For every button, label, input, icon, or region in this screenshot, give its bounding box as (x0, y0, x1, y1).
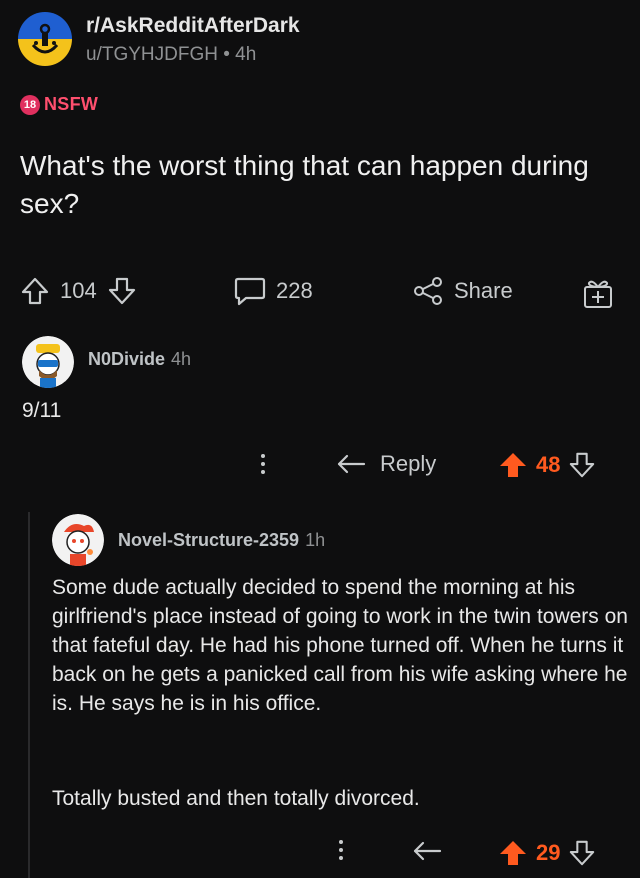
share-icon (412, 276, 444, 306)
comment-header: N0Divide 4h (88, 349, 191, 370)
commenter-avatar[interactable] (52, 514, 104, 566)
subreddit-icon[interactable] (18, 12, 72, 66)
upvote-icon[interactable] (498, 450, 528, 480)
more-icon[interactable] (260, 454, 266, 474)
comment-score: 48 (536, 452, 561, 477)
comment-vote-group: 48 (498, 450, 596, 480)
more-icon[interactable] (338, 840, 344, 860)
upvote-icon[interactable] (20, 276, 50, 306)
comment-score: 29 (536, 840, 561, 865)
comment-body-p2: Totally busted and then totally divorced… (52, 787, 420, 810)
comment-count: 228 (276, 278, 313, 303)
share-button[interactable]: Share (412, 276, 513, 306)
reply-label: Reply (380, 451, 437, 476)
downvote-icon[interactable] (107, 276, 137, 306)
comment-body: Some dude actually decided to spend the … (52, 576, 628, 715)
post-vote-count: 104 (60, 278, 97, 303)
comment-header: Novel-Structure-2359 1h (118, 530, 325, 551)
nsfw-tag: 18 NSFW (20, 94, 98, 115)
comment-author[interactable]: N0Divide (88, 349, 165, 370)
downvote-icon[interactable] (568, 839, 596, 867)
upvote-icon[interactable] (498, 838, 528, 868)
comment-body: 9/11 (22, 399, 62, 422)
thread-line[interactable] (28, 512, 30, 878)
vote-group: 104 (20, 276, 137, 306)
reply-button[interactable]: Reply (336, 451, 436, 477)
nsfw-badge: 18 (20, 94, 40, 115)
comments-button[interactable]: 228 (234, 276, 313, 306)
share-label: Share (454, 278, 513, 303)
nsfw-label: NSFW (44, 94, 99, 114)
commenter-avatar[interactable] (22, 336, 74, 388)
subreddit-name[interactable]: r/AskRedditAfterDark (86, 14, 300, 38)
award-icon[interactable] (582, 277, 614, 314)
comment-age: 4h (171, 349, 192, 369)
reply-icon (412, 840, 442, 862)
post-meta[interactable]: u/TGYHJDFGH • 4h (86, 44, 256, 66)
post-title[interactable]: What's the worst thing that can happen d… (20, 147, 620, 223)
comment-icon (234, 276, 266, 306)
comment-author[interactable]: Novel-Structure-2359 (118, 530, 299, 551)
downvote-icon[interactable] (568, 451, 596, 479)
reply-button[interactable] (412, 840, 442, 862)
comment-vote-group: 29 (498, 838, 596, 868)
reply-icon (336, 453, 366, 475)
comment-age: 1h (305, 530, 326, 550)
